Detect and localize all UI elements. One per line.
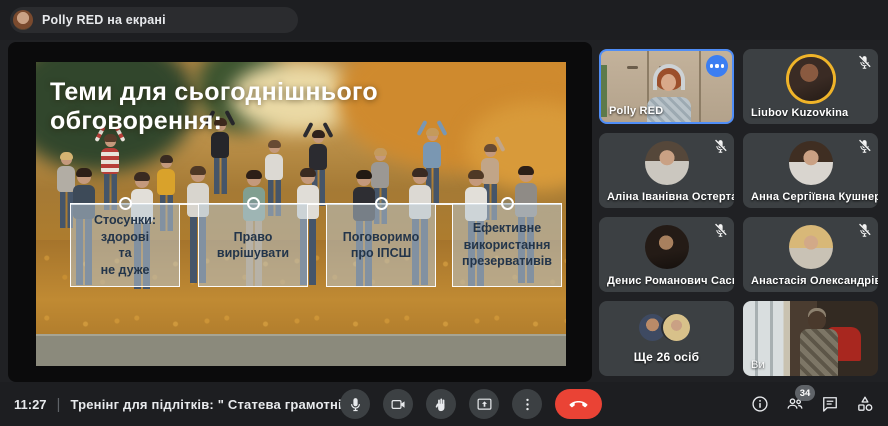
- participant-avatar: [645, 141, 689, 185]
- participant-avatar: [789, 57, 833, 101]
- top-bar: Polly RED на екрані: [0, 0, 888, 40]
- participant-video: [808, 311, 826, 330]
- mic-off-icon: [856, 54, 873, 71]
- self-view-tile[interactable]: Ви: [743, 301, 878, 376]
- participants-button[interactable]: 34: [784, 393, 806, 415]
- presenter-status-pill[interactable]: Polly RED на екрані: [10, 7, 298, 33]
- slide-title: Теми для сьогоднішнього обговорення:: [50, 78, 540, 136]
- shared-screen-tile[interactable]: Теми для сьогоднішнього обговорення: Сто…: [8, 42, 592, 382]
- more-options-button[interactable]: [512, 389, 542, 419]
- topic-text: Ефективне використання презервативів: [462, 220, 552, 270]
- person-figure: [98, 136, 122, 210]
- clock-time: 11:27: [14, 397, 47, 412]
- more-participants-label: Ще 26 осіб: [634, 350, 700, 364]
- mic-off-icon: [712, 138, 729, 155]
- mic-button[interactable]: [340, 389, 370, 419]
- topic-box-2: Право вирішувати: [198, 203, 308, 287]
- participant-name: Денис Романович Саска: [607, 275, 734, 287]
- meeting-title: Тренінг для підлітків: " Статева грамотн…: [70, 397, 370, 412]
- background-decor: [627, 66, 638, 69]
- topic-text: Поговоримо про ІПСШ: [343, 229, 420, 262]
- topic-box-4: Ефективне використання презервативів: [452, 203, 562, 287]
- participants-count-badge: 34: [795, 385, 815, 401]
- meeting-info: 11:27 | Тренінг для підлітків: " Статева…: [14, 382, 370, 426]
- more-participants-tile[interactable]: Ще 26 осіб: [599, 301, 734, 376]
- meeting-panels: 34: [749, 382, 876, 426]
- participant-tile-anastasiia[interactable]: Анастасія Олександрівн...: [743, 217, 878, 292]
- participant-name: Анастасія Олександрівн...: [751, 275, 878, 287]
- participant-name: Polly RED: [609, 105, 663, 117]
- participant-name: Liubov Kuzovkina: [751, 107, 848, 119]
- call-controls: [340, 389, 602, 419]
- topic-text: Стосунки: здорові та не дуже: [94, 212, 156, 278]
- participant-avatar: [645, 225, 689, 269]
- topic-marker-icon: [375, 197, 388, 210]
- participant-video: [800, 329, 838, 376]
- topic-text: Право вирішувати: [217, 229, 289, 262]
- participant-tile-polly-red[interactable]: Polly RED: [599, 49, 734, 124]
- topic-marker-icon: [119, 197, 132, 210]
- mic-off-icon: [856, 138, 873, 155]
- background-decor: [601, 65, 607, 117]
- raise-hand-button[interactable]: [426, 389, 456, 419]
- meet-app: Polly RED на екрані: [0, 0, 888, 426]
- end-call-button[interactable]: [555, 389, 602, 419]
- presenter-status-label: Polly RED на екрані: [42, 13, 166, 27]
- background-decor: [699, 51, 701, 122]
- meeting-details-button[interactable]: [749, 393, 771, 415]
- activities-button[interactable]: [854, 393, 876, 415]
- topic-marker-icon: [247, 197, 260, 210]
- participant-name: Аліна Іванівна Остертаг: [607, 191, 734, 203]
- participant-tile-alina-ostertah[interactable]: Аліна Іванівна Остертаг: [599, 133, 734, 208]
- topic-box-1: Стосунки: здорові та не дуже: [70, 203, 180, 287]
- participant-tile-liubov-kuzovkina[interactable]: Liubov Kuzovkina: [743, 49, 878, 124]
- present-screen-button[interactable]: [469, 389, 499, 419]
- mic-off-icon: [856, 222, 873, 239]
- participant-avatar: [789, 141, 833, 185]
- chat-button[interactable]: [819, 393, 841, 415]
- topic-marker-icon: [501, 197, 514, 210]
- participant-video: [661, 74, 676, 91]
- participant-name: Анна Сергіївна Кушнерик: [751, 191, 878, 203]
- participant-avatar: [789, 225, 833, 269]
- participant-avatar: [663, 314, 690, 341]
- presentation-slide: Теми для сьогоднішнього обговорення: Сто…: [36, 62, 566, 366]
- camera-button[interactable]: [383, 389, 413, 419]
- participants-grid: Polly RED Liubov Kuzovkina Аліна І: [599, 49, 878, 376]
- bottom-bar: 11:27 | Тренінг для підлітків: " Статева…: [0, 382, 888, 426]
- tile-more-options-button[interactable]: [706, 55, 728, 77]
- participant-avatar: [639, 314, 666, 341]
- presenter-avatar: [13, 10, 33, 30]
- self-view-label: Ви: [751, 359, 765, 371]
- participant-tile-anna-kushneryk[interactable]: Анна Сергіївна Кушнерик: [743, 133, 878, 208]
- path-decor: [36, 334, 566, 366]
- participant-tile-denys-saska[interactable]: Денис Романович Саска: [599, 217, 734, 292]
- background-decor: [770, 301, 773, 376]
- mic-off-icon: [712, 222, 729, 239]
- divider: |: [57, 396, 61, 413]
- topic-box-3: Поговоримо про ІПСШ: [326, 203, 436, 287]
